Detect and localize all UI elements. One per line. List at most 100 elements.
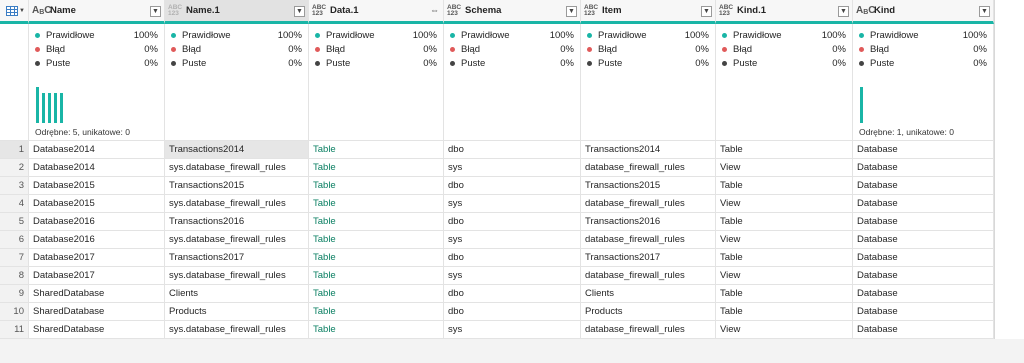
table-cell-name[interactable]: Database2014	[29, 159, 165, 177]
table-cell-schema[interactable]: dbo	[444, 141, 581, 159]
filter-dropdown-icon[interactable]: ▼	[566, 6, 577, 17]
table-cell-schema[interactable]: sys	[444, 231, 581, 249]
filter-dropdown-icon[interactable]: ▼	[294, 6, 305, 17]
table-cell-kind-1[interactable]: Table	[716, 303, 853, 321]
filter-dropdown-icon[interactable]: ▼	[979, 6, 990, 17]
filter-dropdown-icon[interactable]: ▼	[150, 6, 161, 17]
table-cell-item[interactable]: Transactions2014	[581, 141, 716, 159]
table-cell-kind[interactable]: Database	[853, 195, 994, 213]
row-number[interactable]: 10	[0, 303, 29, 321]
filter-dropdown-icon[interactable]: ▼	[701, 6, 712, 17]
table-cell-kind-1[interactable]: Table	[716, 213, 853, 231]
table-cell-data-1[interactable]: Table	[309, 231, 444, 249]
any-type-icon[interactable]: ABC 123	[719, 4, 733, 17]
table-cell-kind-1[interactable]: View	[716, 195, 853, 213]
table-cell-kind[interactable]: Database	[853, 231, 994, 249]
column-header-data-1[interactable]: ABC 123 Data.1 ⇔	[309, 0, 444, 24]
table-cell-data-1[interactable]: Table	[309, 267, 444, 285]
table-cell-name-1[interactable]: Transactions2017	[165, 249, 309, 267]
any-type-icon[interactable]: ABC 123	[312, 4, 326, 17]
row-number[interactable]: 4	[0, 195, 29, 213]
table-cell-name[interactable]: Database2016	[29, 231, 165, 249]
table-cell-data-1[interactable]: Table	[309, 195, 444, 213]
table-cell-name-1[interactable]: Transactions2015	[165, 177, 309, 195]
table-cell-item[interactable]: database_firewall_rules	[581, 195, 716, 213]
table-cell-kind[interactable]: Database	[853, 285, 994, 303]
table-cell-kind[interactable]: Database	[853, 159, 994, 177]
table-cell-name[interactable]: SharedDatabase	[29, 303, 165, 321]
table-cell-data-1[interactable]: Table	[309, 303, 444, 321]
table-cell-kind-1[interactable]: Table	[716, 285, 853, 303]
column-header-name[interactable]: A B C Name ▼	[29, 0, 165, 24]
table-cell-name-1[interactable]: Clients	[165, 285, 309, 303]
table-cell-schema[interactable]: sys	[444, 195, 581, 213]
column-header-name-1[interactable]: ABC 123 Name.1 ▼	[165, 0, 309, 24]
table-cell-item[interactable]: database_firewall_rules	[581, 159, 716, 177]
table-cell-name-1[interactable]: sys.database_firewall_rules	[165, 231, 309, 249]
table-cell-name-1[interactable]: sys.database_firewall_rules	[165, 267, 309, 285]
table-cell-schema[interactable]: dbo	[444, 303, 581, 321]
table-cell-data-1[interactable]: Table	[309, 213, 444, 231]
table-cell-item[interactable]: Clients	[581, 285, 716, 303]
row-number[interactable]: 7	[0, 249, 29, 267]
table-cell-schema[interactable]: dbo	[444, 285, 581, 303]
column-header-kind-1[interactable]: ABC 123 Kind.1 ▼	[716, 0, 853, 24]
table-cell-schema[interactable]: sys	[444, 267, 581, 285]
table-cell-kind-1[interactable]: Table	[716, 177, 853, 195]
row-number[interactable]: 2	[0, 159, 29, 177]
table-cell-data-1[interactable]: Table	[309, 249, 444, 267]
row-number[interactable]: 6	[0, 231, 29, 249]
table-cell-name[interactable]: Database2016	[29, 213, 165, 231]
table-cell-name[interactable]: Database2014	[29, 141, 165, 159]
table-cell-item[interactable]: Transactions2015	[581, 177, 716, 195]
table-cell-kind[interactable]: Database	[853, 141, 994, 159]
table-cell-kind-1[interactable]: View	[716, 159, 853, 177]
table-cell-item[interactable]: database_firewall_rules	[581, 267, 716, 285]
table-cell-name-1[interactable]: sys.database_firewall_rules	[165, 195, 309, 213]
row-number[interactable]: 8	[0, 267, 29, 285]
any-type-icon[interactable]: ABC 123	[584, 4, 598, 17]
table-cell-name[interactable]: Database2015	[29, 195, 165, 213]
any-type-icon[interactable]: ABC 123	[447, 4, 461, 17]
table-cell-kind[interactable]: Database	[853, 213, 994, 231]
table-cell-kind-1[interactable]: Table	[716, 141, 853, 159]
table-cell-name[interactable]: SharedDatabase	[29, 321, 165, 339]
table-cell-name[interactable]: Database2017	[29, 267, 165, 285]
table-cell-item[interactable]: Products	[581, 303, 716, 321]
text-type-icon[interactable]: ABC	[32, 5, 52, 16]
table-cell-name[interactable]: SharedDatabase	[29, 285, 165, 303]
table-cell-schema[interactable]: sys	[444, 159, 581, 177]
table-cell-data-1[interactable]: Table	[309, 321, 444, 339]
table-cell-kind[interactable]: Database	[853, 267, 994, 285]
table-cell-kind-1[interactable]: View	[716, 267, 853, 285]
row-number[interactable]: 9	[0, 285, 29, 303]
row-number[interactable]: 1	[0, 141, 29, 159]
table-cell-data-1[interactable]: Table	[309, 285, 444, 303]
table-cell-schema[interactable]: dbo	[444, 213, 581, 231]
row-number[interactable]: 11	[0, 321, 29, 339]
table-cell-kind[interactable]: Database	[853, 249, 994, 267]
table-cell-data-1[interactable]: Table	[309, 141, 444, 159]
filter-dropdown-icon[interactable]: ▼	[838, 6, 849, 17]
table-cell-name-1[interactable]: Transactions2016	[165, 213, 309, 231]
table-cell-kind-1[interactable]: View	[716, 231, 853, 249]
table-cell-name[interactable]: Database2015	[29, 177, 165, 195]
row-number[interactable]: 3	[0, 177, 29, 195]
table-cell-kind[interactable]: Database	[853, 177, 994, 195]
column-header-item[interactable]: ABC 123 Item ▼	[581, 0, 716, 24]
table-menu-button[interactable]: ▼	[0, 0, 29, 24]
table-cell-kind-1[interactable]: Table	[716, 249, 853, 267]
table-cell-name-1[interactable]: Products	[165, 303, 309, 321]
text-type-icon[interactable]: ABC	[856, 5, 876, 16]
table-cell-name-1[interactable]: sys.database_firewall_rules	[165, 321, 309, 339]
table-cell-data-1[interactable]: Table	[309, 159, 444, 177]
table-cell-item[interactable]: Transactions2017	[581, 249, 716, 267]
row-number[interactable]: 5	[0, 213, 29, 231]
column-header-kind[interactable]: A B C Kind ▼	[853, 0, 994, 24]
expand-column-icon[interactable]: ⇔	[430, 5, 439, 15]
table-cell-item[interactable]: database_firewall_rules	[581, 231, 716, 249]
table-cell-name[interactable]: Database2017	[29, 249, 165, 267]
any-type-icon[interactable]: ABC 123	[168, 4, 182, 17]
table-cell-kind[interactable]: Database	[853, 321, 994, 339]
table-cell-name-1[interactable]: sys.database_firewall_rules	[165, 159, 309, 177]
